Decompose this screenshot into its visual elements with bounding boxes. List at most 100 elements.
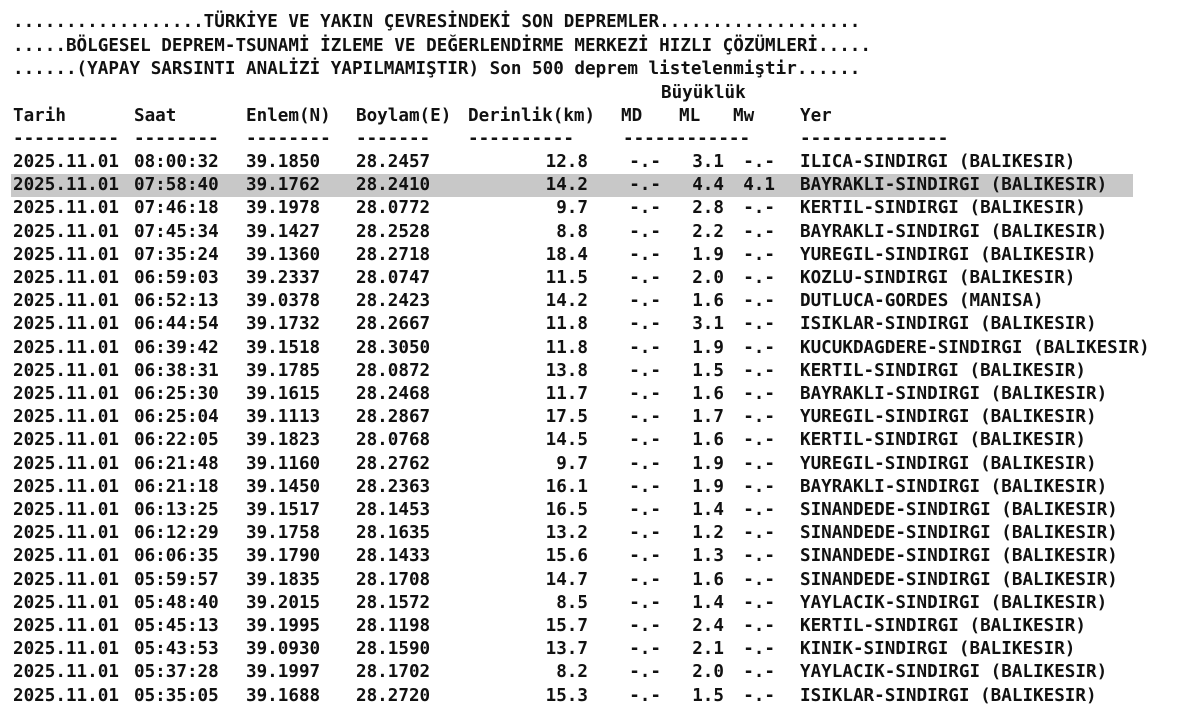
cell-enlem: 39.1732 (246, 314, 321, 335)
cell-yer: DUTLUCA-GORDES (MANISA) (800, 291, 1044, 312)
table-row[interactable]: 2025.11.01 06:21:18 39.1450 28.2363 16.1 -.- 1… (13, 476, 1133, 499)
table-row[interactable]: 2025.11.01 05:35:05 39.1688 28.2720 15.3 -.- 1… (13, 685, 1133, 708)
cell-saat: 07:35:24 (134, 244, 219, 265)
cell-saat: 06:21:48 (134, 453, 219, 474)
header-boylam: Boylam(E) (356, 106, 452, 126)
cell-mw: -.- (743, 430, 775, 451)
table-row[interactable]: 2025.11.01 06:25:04 39.1113 28.2867 17.5 -.- 1… (13, 406, 1133, 429)
cell-der: 11.7 (545, 384, 588, 404)
cell-enlem: 39.1823 (246, 430, 321, 451)
cell-saat: 06:12:29 (134, 523, 219, 544)
cell-enlem: 39.0930 (246, 639, 321, 660)
cell-mw: -.- (743, 152, 775, 172)
cell-saat: 07:58:40 (134, 175, 219, 196)
cell-ml: 1.3 (692, 546, 724, 567)
cell-mw: 4.1 (743, 175, 775, 196)
table-row[interactable]: 2025.11.01 05:59:57 39.1835 28.1708 14.7 -.- 1… (13, 569, 1133, 592)
cell-boylam: 28.1635 (356, 523, 431, 544)
table-row[interactable]: 2025.11.01 07:45:34 39.1427 28.2528 8.8 -.- 2.… (13, 221, 1133, 244)
cell-saat: 05:37:28 (134, 662, 219, 683)
cell-der: 16.1 (545, 476, 588, 497)
cell-der: 13.8 (545, 360, 588, 381)
table-row[interactable]: 2025.11.01 05:43:53 39.0930 28.1590 13.7 -.- 2… (13, 638, 1133, 661)
cell-tarih: 2025.11.01 (13, 221, 119, 242)
cell-yer: KERTIL-SINDIRGI (BALIKESIR) (800, 198, 1086, 219)
cell-ml: 2.1 (692, 639, 724, 660)
cell-boylam: 28.2867 (356, 407, 431, 428)
cell-yer: ILICA-SINDIRGI (BALIKESIR) (800, 152, 1076, 172)
table-row[interactable]: 2025.11.01 06:39:42 39.1518 28.3050 11.8 -.- 1… (13, 337, 1150, 360)
table-row[interactable]: 2025.11.01 06:44:54 39.1732 28.2667 11.8 -.- 3… (13, 313, 1133, 336)
cell-saat: 06:25:30 (134, 384, 219, 404)
table-row[interactable]: 2025.11.01 07:35:24 39.1360 28.2718 18.4 -.- 1… (13, 244, 1133, 267)
cell-mw: -.- (743, 592, 775, 613)
table-row[interactable]: 2025.11.01 06:12:29 39.1758 28.1635 13.2 -.- 1… (13, 522, 1133, 545)
header-saat: Saat (134, 106, 177, 126)
cell-yer: BAYRAKLI-SINDIRGI (BALIKESIR) (800, 476, 1108, 497)
cell-mw: -.- (743, 639, 775, 660)
cell-enlem: 39.1160 (246, 453, 321, 474)
cell-enlem: 39.1762 (246, 175, 321, 196)
cell-tarih: 2025.11.01 (13, 500, 119, 520)
cell-yer: ISIKLAR-SINDIRGI (BALIKESIR) (800, 685, 1097, 706)
cell-tarih: 2025.11.01 (13, 662, 119, 683)
cell-der: 17.5 (545, 407, 588, 428)
cell-md: -.- (629, 453, 661, 474)
cell-tarih: 2025.11.01 (13, 291, 119, 312)
cell-ml: 2.8 (692, 198, 724, 219)
cell-der: 16.5 (545, 500, 588, 520)
cell-yer: YUREGIL-SINDIRGI (BALIKESIR) (800, 244, 1097, 265)
table-row[interactable]: 2025.11.01 06:21:48 39.1160 28.2762 9.7 -.- 1.… (13, 453, 1133, 476)
cell-md: -.- (629, 592, 661, 613)
table-row[interactable]: 2025.11.01 06:25:30 39.1615 28.2468 11.7 -.- 1… (13, 383, 1133, 406)
cell-tarih: 2025.11.01 (13, 546, 119, 567)
table-row[interactable]: 2025.11.01 07:46:18 39.1978 28.0772 9.7 -.- 2.… (13, 197, 1133, 220)
cell-yer: KERTIL-SINDIRGI (BALIKESIR) (800, 360, 1086, 381)
cell-saat: 06:22:05 (134, 430, 219, 451)
cell-der: 13.2 (545, 523, 588, 544)
cell-mw: -.- (743, 662, 775, 683)
table-row[interactable]: 2025.11.01 06:59:03 39.2337 28.0747 11.5 -.- 2… (13, 267, 1133, 290)
cell-md: -.- (629, 175, 661, 196)
cell-enlem: 39.1517 (246, 500, 321, 520)
header-tarih: Tarih (13, 106, 66, 126)
table-row[interactable]: 2025.11.01 05:48:40 39.2015 28.1572 8.5 -.- 1.… (13, 592, 1133, 615)
separator-enlem: -------- (246, 129, 331, 149)
header-yer: Yer (800, 106, 832, 126)
table-row[interactable]: 2025.11.01 06:13:25 39.1517 28.1453 16.5 -.- 1… (13, 499, 1133, 522)
banner-line-3: ......(YAPAY SARSINTI ANALİZİ YAPILMAMIŞ… (13, 59, 861, 79)
table-row[interactable]: 2025.11.01 08:00:32 39.1850 28.2457 12.8 -.- 3… (13, 151, 1133, 174)
cell-md: -.- (629, 407, 661, 428)
cell-der: 11.8 (545, 314, 588, 335)
table-row[interactable]: 2025.11.01 06:52:13 39.0378 28.2423 14.2 -.- 1… (13, 290, 1133, 313)
cell-der: 14.7 (545, 569, 588, 590)
cell-der: 8.2 (556, 662, 588, 683)
cell-ml: 2.4 (692, 616, 724, 636)
cell-enlem: 39.1835 (246, 569, 321, 590)
table-row[interactable]: 2025.11.01 07:58:40 39.1762 28.2410 14.2 -.- 4… (11, 174, 1133, 198)
table-row[interactable]: 2025.11.01 06:06:35 39.1790 28.1433 15.6 -.- 1… (13, 545, 1133, 568)
cell-mw: -.- (743, 268, 775, 288)
separator-boylam: ------- (356, 129, 431, 149)
cell-boylam: 28.2468 (356, 384, 431, 404)
cell-der: 8.5 (556, 592, 588, 613)
header-mw: Mw (733, 106, 755, 126)
cell-saat: 05:43:53 (134, 639, 219, 660)
table-row[interactable]: 2025.11.01 05:45:13 39.1995 28.1198 15.7 -.- 2… (13, 615, 1133, 638)
table-row[interactable]: 2025.11.01 05:37:28 39.1997 28.1702 8.2 -.- 2.… (13, 661, 1133, 684)
cell-yer: YAYLACIK-SINDIRGI (BALIKESIR) (800, 592, 1108, 613)
cell-enlem: 39.1758 (246, 523, 321, 544)
cell-ml: 3.1 (692, 314, 724, 335)
cell-saat: 06:25:04 (134, 407, 219, 428)
cell-boylam: 28.2528 (356, 221, 431, 242)
cell-tarih: 2025.11.01 (13, 685, 119, 706)
cell-enlem: 39.2015 (246, 592, 321, 613)
table-row[interactable]: 2025.11.01 06:38:31 39.1785 28.0872 13.8 -.- 1… (13, 360, 1133, 383)
cell-mw: -.- (743, 546, 775, 567)
cell-yer: SINANDEDE-SINDIRGI (BALIKESIR) (800, 523, 1118, 544)
cell-md: -.- (629, 291, 661, 312)
table-row[interactable]: 2025.11.01 06:22:05 39.1823 28.0768 14.5 -.- 1… (13, 429, 1133, 452)
cell-boylam: 28.2667 (356, 314, 431, 335)
cell-boylam: 28.2457 (356, 152, 431, 172)
cell-tarih: 2025.11.01 (13, 314, 119, 335)
